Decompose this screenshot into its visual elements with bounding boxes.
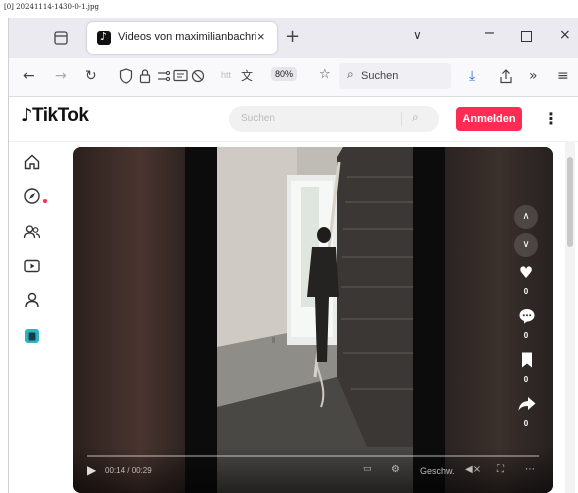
progress-track[interactable] [87,455,539,457]
live-icon[interactable] [23,257,41,275]
search-icon[interactable]: ⌕ [412,110,419,125]
volume-muted-icon[interactable]: ◀× [465,464,481,475]
like-heart-icon[interactable]: ♥ [516,263,536,282]
overflow-icon[interactable]: » [529,67,538,85]
back-icon[interactable]: ← [23,67,35,85]
image-caption: [0] 20241114-1430-0-1.jpg [4,3,99,11]
comment-count: 0 [523,331,529,340]
play-icon[interactable]: ▶ [87,463,96,477]
browser-window: Videos von maximilianbachring × + ∨ – × … [8,18,578,493]
new-tab-button[interactable]: + [285,26,300,47]
profile-icon[interactable] [23,291,41,309]
playback-speed-button[interactable]: Geschw. [420,466,455,476]
tiktok-note-icon: ♪ [21,105,33,126]
navigation-bar: ← → ↻ 文 ☆ htt 80% ⌕ Suchen ⤓ » ≡ [9,58,578,97]
media-block-icon[interactable] [173,69,189,83]
explore-icon[interactable] [23,187,41,205]
zoom-level[interactable]: 80% [271,67,298,81]
tiktok-search-placeholder: Suchen [241,113,275,124]
tiktok-logo[interactable]: ♪TikTok [21,105,89,127]
download-icon[interactable]: ⤓ [469,67,475,85]
home-icon[interactable] [23,153,41,171]
video-blur-left [73,147,185,493]
like-count: 0 [523,287,529,296]
comment-icon[interactable] [518,307,536,325]
translate-icon[interactable]: 文 [241,67,253,84]
captions-icon[interactable]: ▭ [363,464,372,474]
permissions-icon[interactable] [157,69,171,83]
lock-icon[interactable] [139,68,151,84]
video-time: 00:14 / 00:29 [105,466,152,475]
tiktok-logo-text: TikTok [32,105,89,126]
page-scrollbar-thumb[interactable] [567,157,573,247]
collection-icon[interactable] [23,327,41,345]
browser-search-box[interactable]: ⌕ Suchen [339,63,451,89]
tiktok-search-input[interactable]: Suchen ⌕ [229,106,439,132]
bookmark-icon[interactable] [520,351,534,369]
more-options-icon[interactable]: ⋮ [543,109,559,128]
maximize-button[interactable] [521,31,532,42]
autoplay-blocked-icon[interactable] [191,69,205,83]
bookmark-star-icon[interactable]: ☆ [319,67,331,82]
tiktok-favicon-icon [97,30,111,45]
video-controls: ▶ 00:14 / 00:29 ▭ ⚙ Geschw. ◀× ⛶ ⋯ [73,447,553,493]
minimize-button[interactable]: – [485,24,494,42]
next-video-icon[interactable]: ∨ [514,233,538,257]
tab-bar: Videos von maximilianbachring × + ∨ – × [9,18,578,58]
tab-title: Videos von maximilianbachring [118,31,256,43]
page-content: ♪TikTok Suchen ⌕ Anmelden ⋮ ∧ ∨ ♥ 0 0 0 … [9,97,578,493]
reload-icon[interactable]: ↻ [85,67,97,85]
more-controls-icon[interactable]: ⋯ [525,464,535,475]
video-still-image [217,147,413,493]
tab-active[interactable]: Videos von maximilianbachring × [87,22,277,54]
video-player[interactable]: ∧ ∨ ♥ 0 0 0 0 ▶ 00:14 / 00:29 ▭ ⚙ Geschw… [73,147,553,493]
previous-video-icon[interactable]: ∧ [514,205,538,229]
video-frame[interactable] [217,147,413,493]
fullscreen-icon[interactable]: ⛶ [497,464,504,475]
quality-icon[interactable]: ⚙ [391,464,400,475]
share-arrow-icon[interactable] [517,395,537,413]
search-icon: ⌕ [347,67,354,81]
list-all-tabs-icon[interactable]: ∨ [413,28,422,42]
window-close-button[interactable]: × [559,27,571,43]
shield-icon[interactable] [119,68,133,84]
following-icon[interactable] [23,223,41,241]
menu-icon[interactable]: ≡ [557,67,569,85]
share-count: 0 [523,419,529,428]
tab-list-icon[interactable] [51,28,71,48]
url-text[interactable]: htt [221,70,231,80]
browser-search-label: Suchen [361,70,399,82]
tab-close-icon[interactable]: × [257,29,265,44]
bookmark-count: 0 [523,375,529,384]
video-letterbox-right [413,147,445,493]
search-divider [401,112,402,126]
login-button[interactable]: Anmelden [456,107,522,131]
forward-icon[interactable]: → [55,67,67,85]
tiktok-header: ♪TikTok Suchen ⌕ Anmelden ⋮ [9,97,578,142]
explore-notification-dot [43,199,47,203]
video-letterbox-left [185,147,217,493]
video-blur-right [445,147,553,493]
share-icon[interactable] [499,69,513,84]
tiktok-sidebar [9,141,69,493]
